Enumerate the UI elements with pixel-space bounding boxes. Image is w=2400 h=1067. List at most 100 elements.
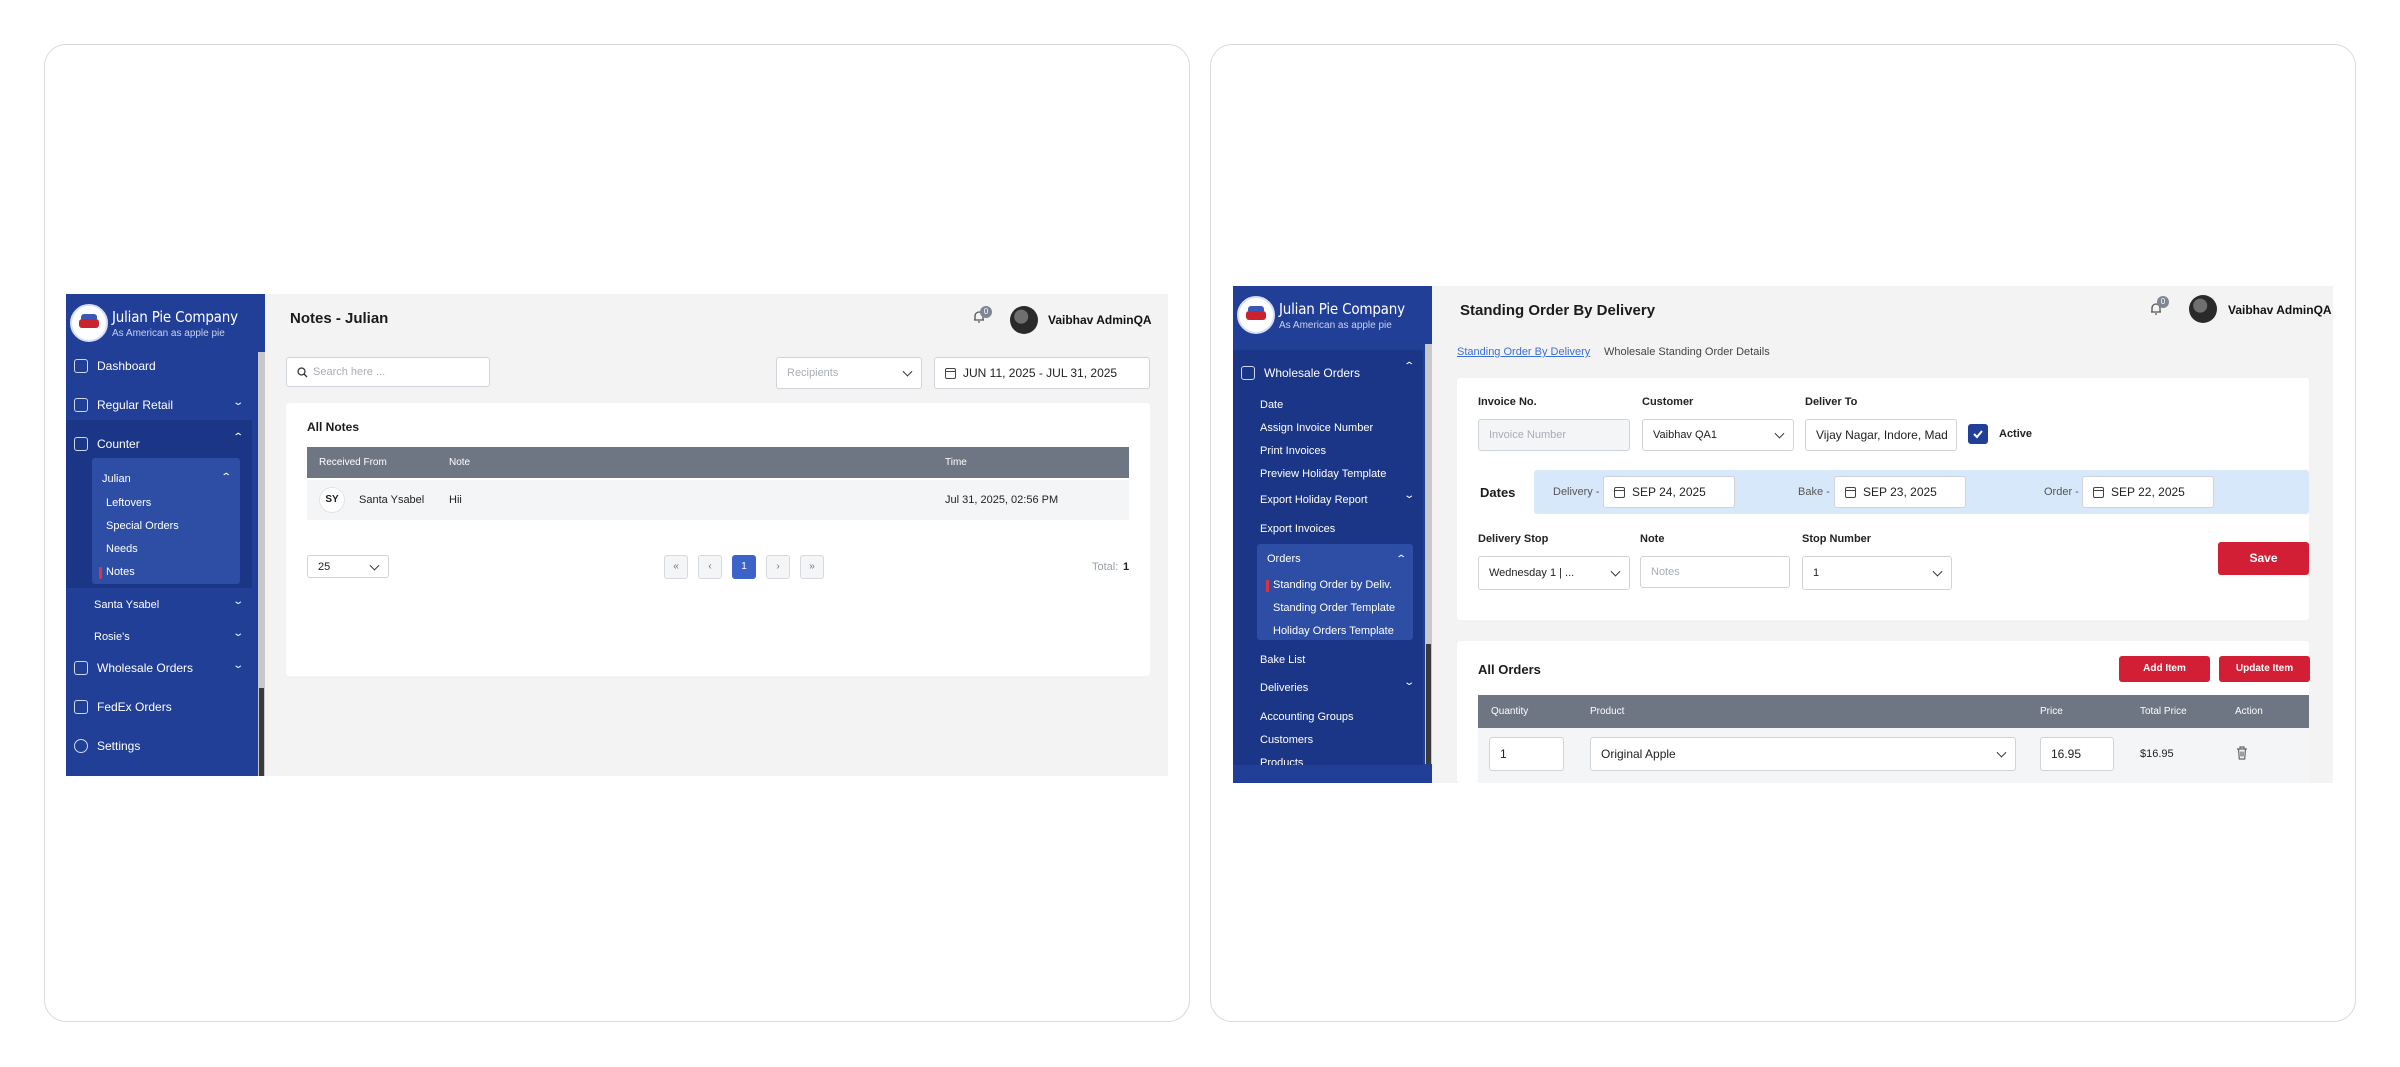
store-icon — [74, 437, 88, 451]
check-icon — [1973, 430, 1983, 439]
brand[interactable]: Julian Pie Company As American as apple … — [66, 294, 265, 350]
brand-tagline: As American as apple pie — [112, 328, 225, 339]
delivery-date-picker[interactable]: SEP 24, 2025 — [1603, 476, 1735, 508]
active-checkbox[interactable] — [1968, 424, 1988, 444]
sidebar-item-julian[interactable]: Julian — [102, 473, 131, 485]
column-header: Received From — [319, 457, 387, 468]
prev-page-button[interactable]: ‹ — [698, 555, 722, 579]
order-date-value: SEP 22, 2025 — [2111, 485, 2185, 499]
page-button-current[interactable]: 1 — [732, 555, 756, 579]
breadcrumb-link[interactable]: Standing Order By Delivery — [1457, 346, 1590, 358]
sidebar-item-deliveries[interactable]: Deliveries — [1260, 682, 1308, 694]
sidebar-item-notes[interactable]: Notes — [106, 566, 135, 578]
price-input[interactable]: 16.95 — [2040, 737, 2114, 771]
product-select[interactable]: Original Apple — [1590, 737, 2016, 771]
cart-icon — [74, 398, 88, 412]
sidebar-item-label: Wholesale Orders — [1264, 366, 1361, 380]
invoice-number-input[interactable]: Invoice Number — [1478, 419, 1630, 451]
building-icon — [74, 661, 88, 675]
sidebar: Julian Pie Company As American as apple … — [1233, 286, 1432, 783]
sidebar-item-export-holiday-report[interactable]: Export Holiday Report — [1260, 494, 1368, 506]
delivery-date-label: Delivery - — [1553, 486, 1600, 498]
page-title: Notes - Julian — [290, 310, 389, 327]
save-button[interactable]: Save — [2218, 542, 2309, 575]
quantity-input[interactable]: 1 — [1489, 737, 1564, 771]
company-logo — [70, 304, 108, 342]
sidebar-item-assign-invoice-number[interactable]: Assign Invoice Number — [1260, 422, 1373, 434]
invoice-placeholder: Invoice Number — [1489, 429, 1567, 441]
sidebar-item-accounting-groups[interactable]: Accounting Groups — [1260, 711, 1354, 723]
note-input[interactable]: Notes — [1640, 556, 1790, 588]
sidebar-item-preview-holiday-template[interactable]: Preview Holiday Template — [1260, 468, 1386, 480]
sidebar-item-label: Regular Retail — [97, 398, 174, 412]
notes-card — [286, 403, 1150, 676]
chevron-down-icon: ⌄ — [232, 660, 245, 671]
update-item-button[interactable]: Update Item — [2219, 656, 2310, 682]
sidebar-item-label: Counter — [97, 437, 140, 451]
customer-select[interactable]: Vaibhav QA1 — [1642, 419, 1794, 451]
add-item-button[interactable]: Add Item — [2119, 656, 2210, 682]
sidebar-scrollbar-thumb[interactable] — [1426, 644, 1431, 764]
next-page-button[interactable]: › — [766, 555, 790, 579]
sidebar-item-standing-order-template[interactable]: Standing Order Template — [1273, 602, 1395, 614]
avatar[interactable] — [1010, 306, 1038, 334]
sidebar-item-special-orders[interactable]: Special Orders — [106, 520, 179, 532]
sidebar-item-customers[interactable]: Customers — [1260, 734, 1313, 746]
user-name[interactable]: Vaibhav AdminQA — [1048, 313, 1152, 327]
calendar-icon — [945, 367, 956, 379]
active-indicator — [99, 567, 102, 579]
orders-heading: All Orders — [1478, 662, 1541, 677]
sidebar-item-leftovers[interactable]: Leftovers — [106, 497, 151, 509]
notes-table-header: Received From Note Time — [307, 447, 1129, 478]
delivery-stop-label: Delivery Stop — [1478, 533, 1549, 545]
chevron-down-icon: ⌄ — [232, 628, 245, 639]
search-icon — [297, 367, 308, 378]
note-text: Hii — [449, 494, 462, 506]
sidebar-item-needs[interactable]: Needs — [106, 543, 138, 555]
chevron-down-icon — [369, 560, 380, 571]
stop-number-select[interactable]: 1 — [1802, 556, 1952, 590]
building-icon — [1241, 366, 1255, 380]
sidebar-item-products[interactable]: Products — [1260, 757, 1303, 765]
search-input[interactable]: Search here ... — [286, 357, 490, 387]
sidebar-item-regular-retail[interactable]: Regular Retail ⌄ — [72, 393, 252, 417]
sidebar-item-counter[interactable]: Counter ⌃ — [72, 432, 252, 456]
sidebar-item-wholesale-orders[interactable]: Wholesale Orders ⌄ — [72, 656, 252, 680]
sidebar-item-label: FedEx Orders — [97, 700, 172, 714]
deliver-to-input[interactable]: Vijay Nagar, Indore, Mad — [1805, 419, 1957, 451]
sidebar-item-date[interactable]: Date — [1260, 399, 1283, 411]
chevron-up-icon: ⌃ — [1403, 361, 1416, 372]
bake-date-picker[interactable]: SEP 23, 2025 — [1834, 476, 1966, 508]
sidebar-item-standing-order-by-delivery[interactable]: Standing Order by Deliv. — [1273, 579, 1392, 591]
first-page-button[interactable]: « — [664, 555, 688, 579]
sidebar-item-bake-list[interactable]: Bake List — [1260, 654, 1305, 666]
sidebar-item-holiday-orders-template[interactable]: Holiday Orders Template — [1273, 625, 1394, 637]
sidebar-item-rosies[interactable]: Rosie's — [94, 631, 130, 643]
recipients-select[interactable]: Recipients — [776, 357, 922, 389]
avatar[interactable] — [2189, 295, 2217, 323]
standing-order-screen: Julian Pie Company As American as apple … — [1233, 286, 2333, 783]
sidebar-item-dashboard[interactable]: Dashboard — [72, 354, 252, 378]
trash-icon[interactable] — [2236, 746, 2248, 760]
sidebar-item-fedex-orders[interactable]: FedEx Orders — [72, 695, 252, 719]
sidebar-item-wholesale-orders[interactable]: Wholesale Orders ⌃ — [1239, 361, 1419, 385]
column-header: Time — [945, 457, 967, 468]
last-page-button[interactable]: » — [800, 555, 824, 579]
customer-value: Vaibhav QA1 — [1653, 429, 1718, 441]
sidebar-item-print-invoices[interactable]: Print Invoices — [1260, 445, 1326, 457]
user-name[interactable]: Vaibhav AdminQA — [2228, 303, 2332, 317]
delivery-stop-select[interactable]: Wednesday 1 | ... — [1478, 556, 1630, 590]
date-range-picker[interactable]: JUN 11, 2025 - JUL 31, 2025 — [934, 357, 1150, 389]
sidebar-scrollbar-thumb[interactable] — [259, 688, 264, 776]
order-date-picker[interactable]: SEP 22, 2025 — [2082, 476, 2214, 508]
sidebar-item-orders[interactable]: Orders — [1267, 553, 1301, 565]
chevron-up-icon: ⌃ — [1395, 554, 1408, 565]
sidebar-item-santa-ysabel[interactable]: Santa Ysabel — [94, 599, 159, 611]
table-row[interactable]: SY Santa Ysabel Hii Jul 31, 2025, 02:56 … — [307, 480, 1129, 520]
page-size-select[interactable]: 25 — [307, 555, 389, 578]
calendar-icon — [1845, 486, 1856, 498]
sidebar-item-export-invoices[interactable]: Export Invoices — [1260, 523, 1335, 535]
brand[interactable]: Julian Pie Company As American as apple … — [1233, 286, 1432, 342]
sidebar-item-settings[interactable]: Settings — [72, 734, 252, 758]
brand-name: Julian Pie Company — [112, 308, 238, 326]
